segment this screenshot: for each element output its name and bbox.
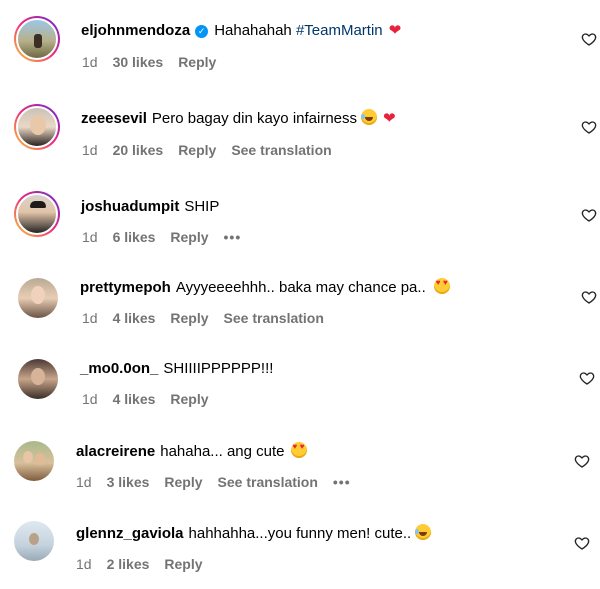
comment-username[interactable]: eljohnmendoza xyxy=(81,22,190,39)
comment-username[interactable]: _mo0.0on_ xyxy=(80,360,158,377)
reply-button[interactable]: Reply xyxy=(170,391,208,407)
red-heart-emoji: ❤ xyxy=(388,22,402,39)
avatar[interactable] xyxy=(14,16,60,62)
comment-likes-count[interactable]: 6 likes xyxy=(113,229,156,245)
avatar[interactable] xyxy=(14,521,54,561)
heart-outline-icon[interactable] xyxy=(581,207,597,223)
reply-button[interactable]: Reply xyxy=(170,310,208,326)
more-options-button[interactable]: ••• xyxy=(333,474,351,490)
comment-age: 1d xyxy=(82,229,98,245)
comment-likes-count[interactable]: 30 likes xyxy=(113,54,164,70)
comment-username[interactable]: prettymepoh xyxy=(80,279,171,296)
comment-item: zeeesevil Pero bagay din kayo infairness ❤… xyxy=(0,88,600,176)
heart-outline-icon[interactable] xyxy=(581,119,597,135)
heart-outline-icon[interactable] xyxy=(581,31,597,47)
comment-username[interactable]: zeeesevil xyxy=(81,110,147,127)
heart-outline-icon[interactable] xyxy=(574,453,590,469)
red-heart-emoji: ❤ xyxy=(383,110,396,127)
comment-item: glennz_gaviola hahhahha...you funny men! … xyxy=(0,508,600,589)
comment-item: _mo0.0on_ SHIIIIPPPPPP!!! 1d 4 likes Reply xyxy=(0,344,600,426)
avatar[interactable] xyxy=(14,104,60,150)
comment-username[interactable]: alacreirene xyxy=(76,443,155,460)
heart-outline-icon[interactable] xyxy=(581,289,597,305)
reply-button[interactable]: Reply xyxy=(164,556,202,572)
verified-badge-icon: ✓ xyxy=(195,25,209,38)
reply-button[interactable]: Reply xyxy=(178,142,216,158)
comment-age: 1d xyxy=(82,310,98,326)
comment-age: 1d xyxy=(82,391,98,407)
comment-username[interactable]: glennz_gaviola xyxy=(76,525,184,542)
comment-age: 1d xyxy=(82,142,98,158)
comment-likes-count[interactable]: 3 likes xyxy=(107,474,150,490)
heart-outline-icon[interactable] xyxy=(579,370,595,386)
comment-text: Hahahahah xyxy=(214,22,292,39)
hashtag-link[interactable]: #TeamMartin xyxy=(296,22,383,39)
tears-of-joy-emoji xyxy=(361,109,378,125)
avatar[interactable] xyxy=(18,359,58,399)
reply-button[interactable]: Reply xyxy=(170,229,208,245)
comment-likes-count[interactable]: 20 likes xyxy=(113,142,164,158)
comment-text: SHIIIIPPPPPP!!! xyxy=(163,360,274,377)
comment-text: Ayyyeeeehhh.. baka may chance pa.. xyxy=(175,279,426,296)
comment-item: prettymepoh Ayyyeeeehhh.. baka may chance… xyxy=(0,260,600,344)
see-translation-button[interactable]: See translation xyxy=(218,474,318,490)
comment-age: 1d xyxy=(82,54,98,70)
comment-item: eljohnmendoza ✓ Hahahahah #TeamMartin ❤ 1d 3… xyxy=(0,0,600,88)
comment-age: 1d xyxy=(76,474,92,490)
comment-likes-count[interactable]: 2 likes xyxy=(107,556,150,572)
heart-eyes-emoji xyxy=(290,442,307,458)
comment-item: alacreirene hahaha... ang cute 1d 3 likes R… xyxy=(0,426,600,508)
avatar[interactable] xyxy=(14,191,60,237)
heart-outline-icon[interactable] xyxy=(574,535,590,551)
tears-of-joy-emoji xyxy=(415,524,432,540)
comment-text: hahhahha...you funny men! cute.. xyxy=(188,525,412,542)
comment-age: 1d xyxy=(76,556,92,572)
see-translation-button[interactable]: See translation xyxy=(224,310,324,326)
comment-text: hahaha... ang cute xyxy=(160,443,285,460)
comment-likes-count[interactable]: 4 likes xyxy=(113,310,156,326)
reply-button[interactable]: Reply xyxy=(164,474,202,490)
comment-text: SHIP xyxy=(184,198,220,215)
avatar[interactable] xyxy=(14,441,54,481)
reply-button[interactable]: Reply xyxy=(178,54,216,70)
comment-text: Pero bagay din kayo infairness xyxy=(151,110,358,127)
heart-eyes-emoji xyxy=(433,278,450,294)
more-options-button[interactable]: ••• xyxy=(224,229,242,245)
avatar[interactable] xyxy=(18,278,58,318)
see-translation-button[interactable]: See translation xyxy=(231,142,331,158)
comment-likes-count[interactable]: 4 likes xyxy=(113,391,156,407)
comment-username[interactable]: joshuadumpit xyxy=(81,198,179,215)
comment-item: joshuadumpit SHIP 1d 6 likes Reply ••• xyxy=(0,176,600,260)
